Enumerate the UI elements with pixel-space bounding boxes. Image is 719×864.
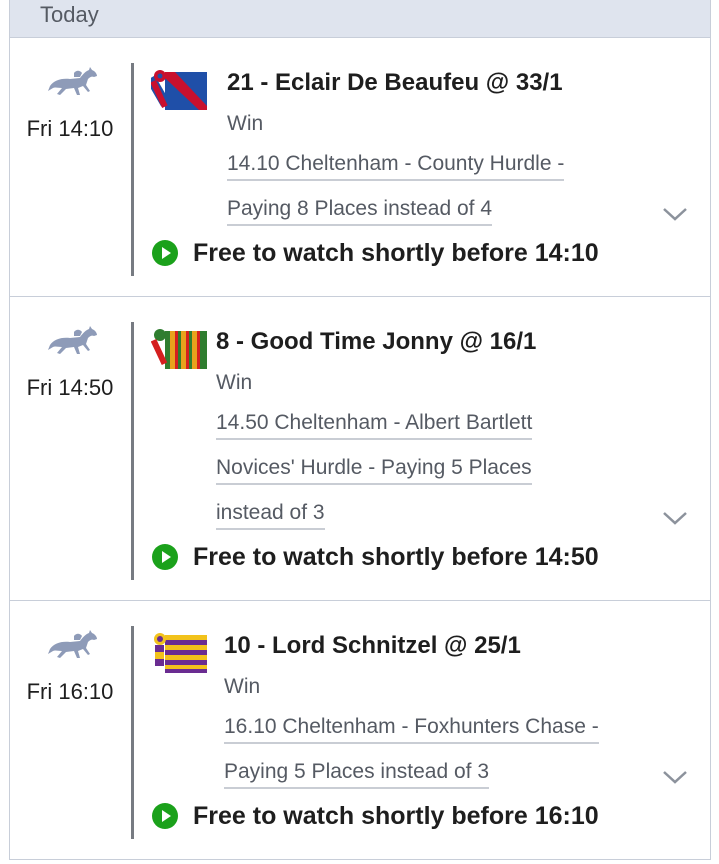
selection-name: 8 - Good Time Jonny @ 16/1 xyxy=(216,328,537,355)
event-link[interactable]: Paying 5 Places instead of 3 xyxy=(224,760,490,789)
event-link[interactable]: 16.10 Cheltenham - Foxhunters Chase - xyxy=(224,715,599,744)
event-link[interactable]: Paying 8 Places instead of 4 xyxy=(227,197,493,226)
horse-racing-icon xyxy=(48,630,97,658)
watch-live-link[interactable]: Free to watch shortly before 14:50 xyxy=(152,542,599,572)
selection-name: 10 - Lord Schnitzel @ 25/1 xyxy=(224,632,521,659)
vertical-divider xyxy=(131,322,134,580)
jockey-silks-icon xyxy=(154,633,207,673)
event-link[interactable]: Novices' Hurdle - Paying 5 Places xyxy=(216,456,532,485)
chevron-down-icon[interactable] xyxy=(662,206,688,222)
play-icon xyxy=(152,803,178,829)
watch-live-link[interactable]: Free to watch shortly before 16:10 xyxy=(152,801,599,831)
play-icon xyxy=(152,544,178,570)
event-link[interactable]: 14.50 Cheltenham - Albert Bartlett xyxy=(216,411,533,440)
chevron-down-icon[interactable] xyxy=(662,769,688,785)
watch-text: Free to watch shortly before 16:10 xyxy=(193,801,599,830)
play-icon xyxy=(152,240,178,266)
watch-text: Free to watch shortly before 14:50 xyxy=(193,542,599,571)
horse-racing-icon xyxy=(48,67,97,95)
race-day-time: Fri 14:10 xyxy=(26,116,114,141)
market-type: Win xyxy=(227,112,264,135)
watch-text: Free to watch shortly before 14:10 xyxy=(193,238,599,267)
chevron-down-icon[interactable] xyxy=(662,510,688,526)
selection-name: 21 - Eclair De Beaufeu @ 33/1 xyxy=(227,69,563,96)
watch-live-link[interactable]: Free to watch shortly before 14:10 xyxy=(152,238,599,268)
bet-card[interactable]: Fri 16:10 10 - Lord Schnitzel @ 25/1 Win… xyxy=(9,601,711,860)
event-link[interactable]: 14.10 Cheltenham - County Hurdle - xyxy=(227,152,565,181)
vertical-divider xyxy=(131,63,134,276)
jockey-silks-icon xyxy=(151,329,207,369)
horse-racing-icon xyxy=(48,326,97,354)
today-header: Today xyxy=(9,0,711,38)
vertical-divider xyxy=(131,626,134,839)
event-link[interactable]: instead of 3 xyxy=(216,501,325,530)
section-title: Today xyxy=(40,2,99,27)
jockey-silks-icon xyxy=(151,70,207,110)
race-day-time: Fri 14:50 xyxy=(26,375,114,400)
market-type: Win xyxy=(216,371,253,394)
race-day-time: Fri 16:10 xyxy=(26,679,114,704)
bet-card[interactable]: Fri 14:10 21 - Eclair De Beaufeu @ 33/1 … xyxy=(9,38,711,297)
market-type: Win xyxy=(224,675,261,698)
bet-card[interactable]: Fri 14:50 8 - Good Time Jonny @ 16/1 Win… xyxy=(9,297,711,601)
